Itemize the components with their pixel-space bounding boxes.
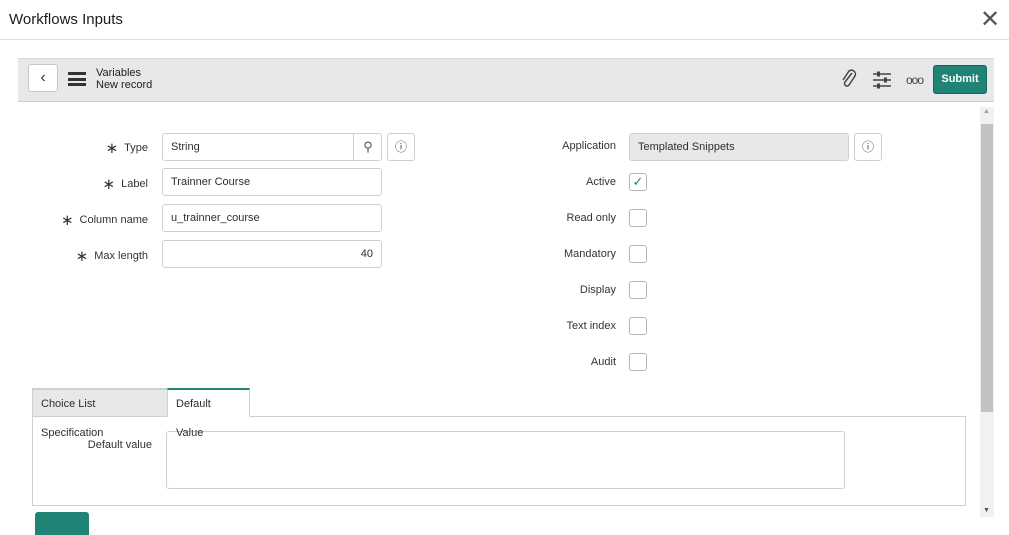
read-only-label: Read only: [566, 212, 616, 224]
type-label: ∗ Type: [8, 139, 148, 157]
menu-icon[interactable]: [68, 72, 86, 86]
active-label: Active: [586, 176, 616, 188]
text-index-label: Text index: [566, 320, 616, 332]
back-button[interactable]: ‹: [28, 64, 58, 92]
more-options-icon[interactable]: ooo: [906, 73, 924, 87]
required-icon: ∗: [75, 248, 89, 265]
sliders-icon[interactable]: [872, 70, 892, 95]
required-icon: ∗: [105, 140, 119, 157]
mandatory-label: Mandatory: [564, 248, 616, 260]
tab-default-value[interactable]: Default Value: [167, 388, 250, 439]
header-title: Variables: [96, 67, 142, 79]
window-title: Workflows Inputs: [9, 11, 123, 28]
label-text: Label: [121, 178, 148, 190]
chevron-left-icon: ‹: [40, 69, 46, 86]
search-icon[interactable]: ⚲: [353, 133, 382, 161]
label-text: Type: [124, 142, 148, 154]
check-icon: ✓: [632, 174, 644, 189]
active-checkbox[interactable]: ✓: [629, 173, 647, 191]
default-value-textarea[interactable]: [166, 431, 845, 489]
column-name-input[interactable]: u_trainner_course: [162, 204, 382, 232]
header-titles: Variables New record: [96, 67, 152, 91]
application-label: Application: [562, 140, 616, 152]
required-icon: ∗: [60, 212, 74, 229]
paperclip-icon[interactable]: [840, 68, 858, 95]
label-text: Column name: [79, 214, 148, 226]
max-length-input[interactable]: 40: [162, 240, 382, 268]
audit-checkbox[interactable]: [629, 353, 647, 371]
close-icon[interactable]: ✕: [980, 6, 1000, 34]
scroll-up-icon[interactable]: ▲: [983, 108, 990, 115]
audit-label: Audit: [590, 356, 616, 368]
mandatory-checkbox[interactable]: [629, 245, 647, 263]
info-icon[interactable]: ⓘ: [854, 133, 882, 161]
info-icon[interactable]: ⓘ: [387, 133, 415, 161]
column-name-label: ∗ Column name: [8, 211, 148, 229]
bottom-submit-button[interactable]: [35, 512, 89, 535]
display-label: Display: [579, 284, 616, 296]
max-length-label: ∗ Max length: [8, 247, 148, 265]
divider: [0, 39, 1009, 40]
text-index-checkbox[interactable]: [629, 317, 647, 335]
label-text: Max length: [94, 250, 148, 262]
scrollbar-thumb[interactable]: [981, 124, 993, 412]
type-input[interactable]: String: [162, 133, 382, 161]
required-icon: ∗: [102, 176, 116, 193]
tab-choice-list-specification[interactable]: Choice List Specification: [32, 388, 168, 439]
display-checkbox[interactable]: [629, 281, 647, 299]
application-input: Templated Snippets: [629, 133, 849, 161]
submit-button[interactable]: Submit: [933, 65, 987, 94]
read-only-checkbox[interactable]: [629, 209, 647, 227]
header-subtitle: New record: [96, 79, 153, 91]
scroll-down-icon[interactable]: ▼: [983, 507, 990, 514]
default-value-label: Default value: [87, 439, 152, 451]
label-input[interactable]: Trainner Course: [162, 168, 382, 196]
label-label: ∗ Label: [8, 175, 149, 193]
